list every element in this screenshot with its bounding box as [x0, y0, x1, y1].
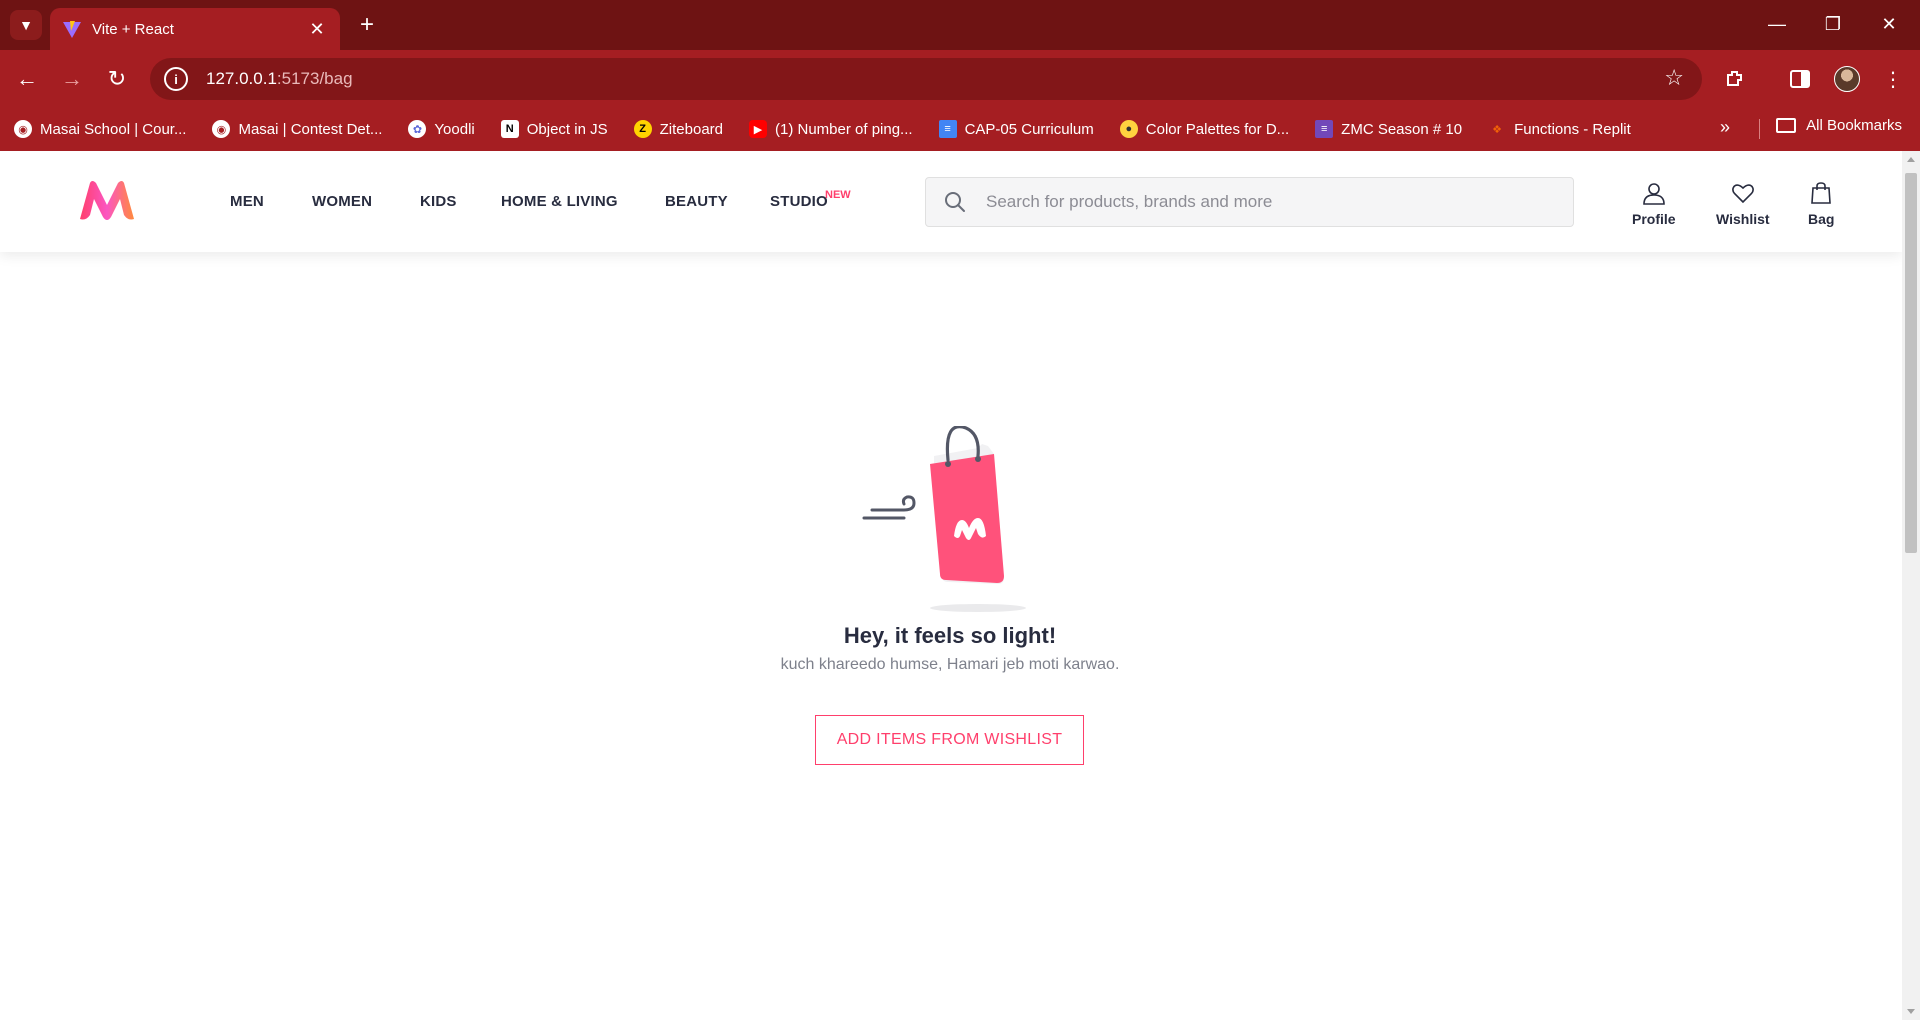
bookmarks-divider: [1759, 119, 1760, 139]
ziteboard-icon: Z: [633, 120, 652, 138]
yoodli-icon: ✿: [408, 120, 427, 138]
bookmark-label: Color Palettes for D...: [1145, 120, 1290, 138]
bag-icon: [1811, 182, 1832, 204]
bookmark-label: (1) Number of ping...: [775, 120, 913, 138]
bookmark-item[interactable]: Z Ziteboard: [633, 120, 723, 138]
empty-bag-title: Hey, it feels so light!: [843, 623, 1057, 648]
bookmarks-bar: ◉ Masai School | Cour... ◉ Masai | Conte…: [0, 107, 1920, 151]
bookmark-star-icon[interactable]: ☆: [1664, 65, 1684, 91]
empty-bag-subtitle: kuch khareedo humse, Hamari jeb moti kar…: [780, 656, 1120, 673]
vite-icon: [63, 21, 81, 38]
add-items-from-wishlist-button[interactable]: ADD ITEMS FROM WISHLIST: [815, 715, 1084, 765]
bookmark-label: Functions - Replit: [1514, 120, 1631, 138]
palette-icon: ●: [1119, 120, 1138, 138]
menu-dots-icon[interactable]: ⋮: [1876, 62, 1910, 96]
url-host: 127.0.0.1: [206, 69, 277, 88]
myntra-logo[interactable]: [76, 177, 138, 223]
bookmark-label: ZMC Season # 10: [1341, 120, 1463, 138]
replit-icon: ❖: [1492, 123, 1502, 136]
bookmark-item[interactable]: N Object in JS: [500, 120, 608, 138]
extensions-icon[interactable]: [1718, 62, 1752, 96]
forward-icon[interactable]: →: [55, 62, 89, 96]
empty-bag-illustration: [862, 426, 1026, 612]
reload-icon[interactable]: ↻: [100, 62, 134, 96]
browser-tab-strip: ▼ Vite + React ✕ + — ❐ ✕: [0, 0, 1920, 50]
minimize-icon[interactable]: —: [1754, 8, 1800, 40]
search-bar: [925, 177, 1574, 227]
browser-tab[interactable]: Vite + React ✕: [50, 8, 340, 50]
bookmark-item[interactable]: ▶ (1) Number of ping...: [749, 120, 913, 138]
nav-home-living[interactable]: HOME & LIVING: [501, 193, 618, 210]
bookmark-label: Yoodli: [434, 120, 475, 138]
folder-icon: [1776, 118, 1797, 133]
studio-new-badge: NEW: [825, 189, 851, 201]
bookmark-item[interactable]: ≡ CAP-05 Curriculum: [938, 120, 1094, 138]
wishlist-label: Wishlist: [1716, 211, 1770, 227]
close-window-icon[interactable]: ✕: [1866, 8, 1912, 40]
scrollbar-thumb[interactable]: [1905, 173, 1917, 553]
wishlist-action[interactable]: Wishlist: [1716, 181, 1770, 227]
bag-action[interactable]: Bag: [1808, 181, 1834, 227]
bookmark-item[interactable]: ✿ Yoodli: [408, 120, 475, 138]
notion-icon: N: [500, 120, 519, 138]
bookmark-label: Ziteboard: [659, 120, 723, 138]
nav-studio[interactable]: STUDIO: [770, 193, 828, 210]
docs-icon: ≡: [938, 120, 957, 138]
browser-toolbar: ← → ↻ i 127.0.0.1:5173/bag ☆ ⋮: [0, 50, 1920, 107]
address-bar[interactable]: i 127.0.0.1:5173/bag ☆: [150, 58, 1702, 100]
globe-icon: ◉: [212, 120, 231, 138]
bookmark-item[interactable]: ● Color Palettes for D...: [1119, 120, 1290, 138]
search-input[interactable]: [984, 191, 1544, 213]
profile-avatar[interactable]: [1830, 62, 1864, 96]
heart-icon: [1731, 184, 1754, 204]
nav-women[interactable]: WOMEN: [312, 193, 372, 210]
bookmark-item[interactable]: ◉ Masai | Contest Det...: [212, 120, 382, 138]
bookmark-item[interactable]: ◉ Masai School | Cour...: [14, 120, 186, 138]
restore-icon[interactable]: ❐: [1810, 8, 1856, 40]
tab-title: Vite + React: [92, 20, 174, 38]
bag-label: Bag: [1808, 211, 1835, 227]
forms-icon: ≡: [1315, 120, 1334, 138]
all-bookmarks-button[interactable]: All Bookmarks: [1776, 117, 1902, 134]
page-scrollbar[interactable]: [1902, 151, 1920, 1020]
nav-beauty[interactable]: BEAUTY: [665, 193, 728, 210]
bookmark-item[interactable]: ≡ ZMC Season # 10: [1315, 120, 1462, 138]
bookmark-label: Object in JS: [526, 120, 608, 138]
tab-search-button[interactable]: ▼: [10, 10, 42, 40]
bookmark-label: Masai | Contest Det...: [238, 120, 383, 138]
bookmark-label: CAP-05 Curriculum: [964, 120, 1094, 138]
more-bookmarks-icon[interactable]: »: [1720, 117, 1730, 138]
bookmark-item[interactable]: ❖ Functions - Replit: [1488, 120, 1631, 138]
site-header: MEN WOMEN KIDS HOME & LIVING BEAUTY STUD…: [0, 151, 1902, 252]
nav-kids[interactable]: KIDS: [420, 193, 457, 210]
url-path: :5173/bag: [276, 69, 353, 88]
nav-men[interactable]: MEN: [230, 193, 264, 210]
chevron-down-icon: ▼: [19, 17, 33, 33]
back-icon[interactable]: ←: [10, 62, 44, 96]
all-bookmarks-label: All Bookmarks: [1806, 117, 1902, 134]
profile-icon: [1642, 183, 1665, 205]
search-icon[interactable]: [926, 191, 984, 213]
page-viewport: MEN WOMEN KIDS HOME & LIVING BEAUTY STUD…: [0, 151, 1920, 1020]
new-tab-button[interactable]: +: [352, 10, 382, 40]
profile-action[interactable]: Profile: [1632, 181, 1676, 227]
bookmark-label: Masai School | Cour...: [40, 120, 187, 138]
side-panel-icon[interactable]: [1783, 62, 1817, 96]
profile-label: Profile: [1632, 211, 1676, 227]
scroll-down-arrow-icon[interactable]: [1907, 1009, 1915, 1014]
close-tab-icon[interactable]: ✕: [306, 19, 328, 40]
site-info-icon[interactable]: i: [164, 67, 188, 91]
scroll-up-arrow-icon[interactable]: [1907, 157, 1915, 162]
globe-icon: ◉: [14, 120, 32, 138]
youtube-icon: ▶: [749, 120, 767, 138]
